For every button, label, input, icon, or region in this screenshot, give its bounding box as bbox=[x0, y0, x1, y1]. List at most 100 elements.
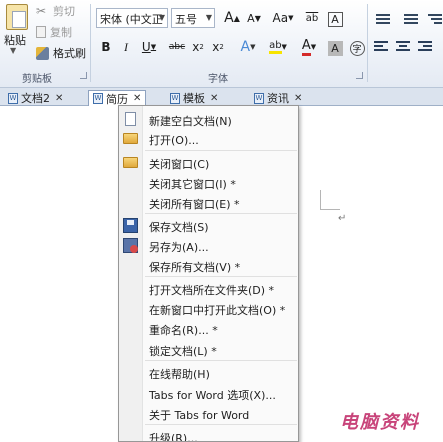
menu-separator bbox=[145, 360, 297, 361]
phonetic-guide-button[interactable]: ab bbox=[302, 8, 322, 28]
chevron-down-icon: ▼ bbox=[158, 13, 165, 22]
paste-icon[interactable] bbox=[6, 4, 28, 30]
highlight-button[interactable]: ab ▼ bbox=[264, 37, 292, 57]
menu-item-online-help[interactable]: 在线帮助(H) bbox=[119, 362, 298, 383]
change-case-button[interactable]: Aa ▼ bbox=[270, 8, 296, 28]
numbering-button[interactable] bbox=[400, 9, 422, 29]
page-margin-marker bbox=[320, 190, 340, 210]
bullet-list-icon bbox=[376, 13, 390, 25]
cut-button[interactable]: ✂ 剪切 bbox=[36, 3, 75, 19]
menu-separator bbox=[145, 150, 297, 151]
close-icon[interactable]: ✕ bbox=[55, 93, 63, 104]
tab-label: 模板 bbox=[183, 92, 205, 105]
tab-resume[interactable]: W 简历 ✕ bbox=[88, 90, 147, 106]
multilevel-list-icon bbox=[427, 13, 442, 25]
menu-item-label: 关于 Tabs for Word bbox=[149, 409, 250, 422]
close-icon[interactable]: ✕ bbox=[133, 93, 141, 104]
tab-template[interactable]: W 模板 ✕ bbox=[166, 90, 222, 106]
font-size-value: 五号 bbox=[175, 13, 197, 26]
menu-item-save-as[interactable]: 另存为(A)... bbox=[119, 235, 298, 256]
menu-item-label: 关闭其它窗口(I) * bbox=[149, 178, 236, 191]
menu-item-rename[interactable]: 重命名(R)... * bbox=[119, 318, 298, 339]
menu-item-label: 关闭所有窗口(E) * bbox=[149, 198, 240, 211]
close-window-icon bbox=[123, 157, 138, 168]
tab-news[interactable]: W 资讯 ✕ bbox=[250, 90, 306, 106]
save-icon bbox=[123, 218, 138, 233]
menu-item-new-blank-document[interactable]: 新建空白文档(N) bbox=[119, 109, 298, 130]
shrink-font-button[interactable]: A ▼ bbox=[244, 8, 264, 28]
menu-item-save-document[interactable]: 保存文档(S) bbox=[119, 215, 298, 236]
font-dialog-launcher-icon[interactable] bbox=[356, 72, 363, 79]
menu-item-label: 打开文档所在文件夹(D) * bbox=[149, 284, 275, 297]
subscript-icon: x bbox=[192, 40, 200, 54]
menu-separator bbox=[145, 213, 297, 214]
align-right-icon bbox=[418, 41, 432, 53]
underline-button[interactable]: U ▼ bbox=[138, 37, 160, 57]
text-effect-icon: A bbox=[240, 39, 251, 55]
align-left-button[interactable] bbox=[372, 37, 390, 57]
chevron-down-icon: ▼ bbox=[205, 13, 212, 22]
phonetic-guide-icon: ab bbox=[305, 12, 319, 24]
menu-item-label: 保存所有文档(V) * bbox=[149, 261, 241, 274]
menu-item-label: 打开(O)... bbox=[149, 134, 199, 147]
grow-font-button[interactable]: A ▲ bbox=[222, 8, 242, 28]
underline-icon: U bbox=[141, 40, 151, 54]
menu-item-close-window[interactable]: 关闭窗口(C) bbox=[119, 152, 298, 173]
menu-item-save-all-documents[interactable]: 保存所有文档(V) * bbox=[119, 255, 298, 276]
enclose-characters-button[interactable]: 字 bbox=[348, 38, 366, 58]
word-document-icon: W bbox=[170, 92, 180, 104]
menu-item-close-all-windows[interactable]: 关闭所有窗口(E) * bbox=[119, 192, 298, 213]
character-border-button[interactable]: A bbox=[326, 9, 344, 29]
font-name-value: 宋体 (中文正 bbox=[100, 13, 163, 26]
bold-button[interactable]: B bbox=[98, 37, 114, 57]
font-size-select[interactable]: 五号 ▼ bbox=[171, 8, 215, 28]
menu-separator bbox=[145, 276, 297, 277]
italic-button[interactable]: I bbox=[118, 37, 134, 57]
format-painter-label: 格式刷 bbox=[53, 47, 86, 60]
align-center-icon bbox=[396, 41, 410, 53]
group-divider bbox=[90, 4, 91, 82]
cut-label: 剪切 bbox=[53, 5, 75, 18]
menu-item-open[interactable]: 打开(O)... bbox=[119, 128, 298, 149]
group-divider bbox=[367, 4, 368, 82]
menu-item-about[interactable]: 关于 Tabs for Word bbox=[119, 403, 298, 424]
align-left-icon bbox=[374, 41, 388, 53]
align-right-button[interactable] bbox=[416, 37, 434, 57]
word-document-icon: W bbox=[8, 92, 18, 104]
enclose-characters-icon: 字 bbox=[349, 40, 365, 56]
menu-item-label: 保存文档(S) bbox=[149, 221, 209, 234]
multilevel-list-button[interactable] bbox=[426, 9, 443, 29]
menu-item-tabs-options[interactable]: Tabs for Word 选项(X)... bbox=[119, 383, 298, 404]
tab-document2[interactable]: W 文档2 ✕ bbox=[4, 90, 67, 106]
copy-button[interactable]: 复制 bbox=[36, 24, 72, 40]
menu-item-label: 关闭窗口(C) bbox=[149, 158, 210, 171]
ribbon: 粘贴 ▼ ✂ 剪切 复制 格式刷 剪贴板 宋体 (中文正 ▼ 五号 ▼ A ▲ A… bbox=[0, 0, 443, 88]
menu-item-open-in-new-window[interactable]: 在新窗口中打开此文档(O) * bbox=[119, 298, 298, 319]
close-icon[interactable]: ✕ bbox=[294, 93, 302, 104]
menu-item-lock-document[interactable]: 锁定文档(L) * bbox=[119, 339, 298, 360]
clipboard-group-label: 剪贴板 bbox=[22, 74, 52, 85]
character-shading-button[interactable]: A bbox=[326, 38, 344, 58]
menu-item-open-containing-folder[interactable]: 打开文档所在文件夹(D) * bbox=[119, 278, 298, 299]
menu-item-close-other-windows[interactable]: 关闭其它窗口(I) * bbox=[119, 172, 298, 193]
subscript-button[interactable]: x2 bbox=[190, 37, 206, 57]
font-color-icon: A bbox=[301, 38, 311, 56]
copy-label: 复制 bbox=[50, 26, 72, 39]
text-effect-button[interactable]: A ▼ bbox=[236, 37, 260, 57]
font-name-select[interactable]: 宋体 (中文正 ▼ bbox=[96, 8, 168, 28]
paste-dropdown-icon[interactable]: ▼ bbox=[10, 46, 16, 55]
menu-item-label: 升级(R)... bbox=[149, 432, 198, 442]
strikethrough-button[interactable]: abc bbox=[166, 37, 188, 57]
shrink-font-icon: A bbox=[247, 11, 255, 25]
clipboard-dialog-launcher-icon[interactable] bbox=[80, 72, 87, 79]
font-color-button[interactable]: A ▼ bbox=[296, 37, 322, 57]
format-painter-button[interactable]: 格式刷 bbox=[36, 45, 86, 61]
menu-item-upgrade[interactable]: 升级(R)... bbox=[119, 426, 298, 442]
bullets-button[interactable] bbox=[372, 9, 394, 29]
menu-item-label: 另存为(A)... bbox=[149, 241, 209, 254]
numbered-list-icon bbox=[404, 13, 418, 25]
superscript-button[interactable]: x2 bbox=[210, 37, 226, 57]
menu-separator bbox=[145, 424, 297, 425]
align-center-button[interactable] bbox=[394, 37, 412, 57]
close-icon[interactable]: ✕ bbox=[210, 93, 218, 104]
